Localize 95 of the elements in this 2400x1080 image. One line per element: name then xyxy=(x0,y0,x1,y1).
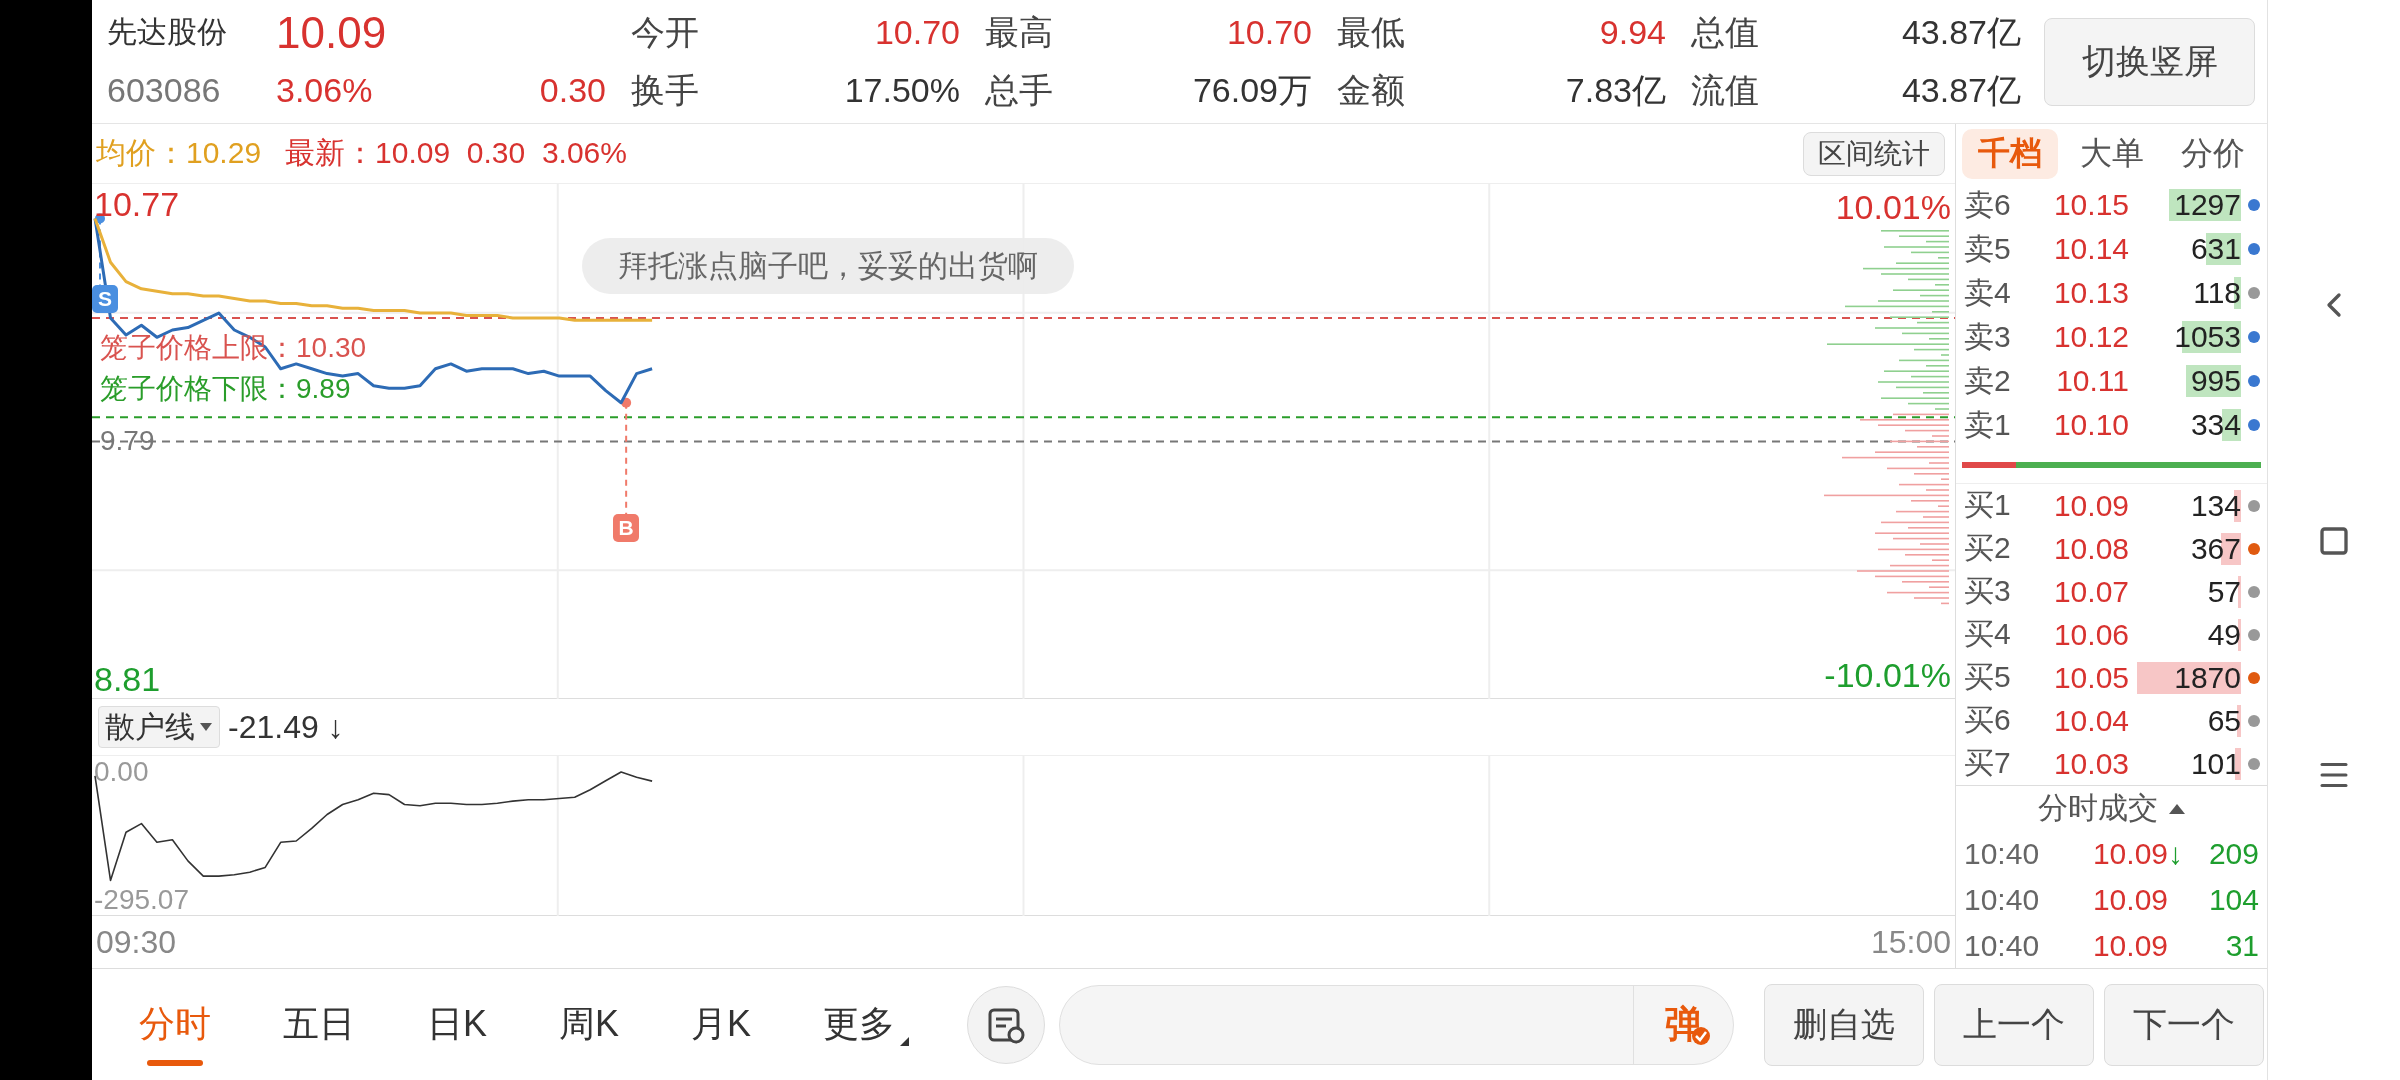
trade-direction: ↓ xyxy=(2168,837,2184,871)
stat-value: 7.83亿 xyxy=(1565,69,1666,111)
stat-label: 总手 xyxy=(985,69,1053,111)
trade-price: 10.09 xyxy=(2091,837,2168,871)
axis-label: 10.01% xyxy=(1835,190,1951,224)
level-price: 10.03 xyxy=(2052,746,2129,781)
square-icon[interactable] xyxy=(2318,525,2350,557)
trade-marker: S xyxy=(92,284,118,313)
level-price: 10.12 xyxy=(2052,320,2129,354)
level-price: 10.13 xyxy=(2052,276,2129,310)
stock-name: 先达股份 xyxy=(107,14,227,50)
action-button[interactable]: 下一个 xyxy=(2104,983,2265,1066)
stat-value: 10.70 xyxy=(874,13,960,52)
level-price: 10.06 xyxy=(2052,617,2129,652)
level-price: 10.10 xyxy=(2052,408,2129,442)
stat-label: 今开 xyxy=(631,11,699,53)
level-price: 10.14 xyxy=(2052,232,2129,266)
reference-label: 笼子价格上限：10.30 xyxy=(100,333,367,362)
time-axis-label: 15:00 xyxy=(1870,923,1951,961)
level-label: 卖5 xyxy=(1964,230,2012,267)
trade-marker: B xyxy=(613,513,640,542)
indicator-reading: -21.49 ↓ xyxy=(228,708,344,746)
orientation-button[interactable]: 切换竖屏 xyxy=(2044,17,2255,106)
level-price: 10.09 xyxy=(2052,488,2129,523)
level-label: 买7 xyxy=(1964,745,2012,781)
stat-value: 9.94 xyxy=(1599,13,1666,52)
caret-up-icon xyxy=(2167,802,2186,815)
comment-bubble: 拜托涨点脑子吧，妥妥的出货啊 xyxy=(582,238,1074,294)
reference-label: 笼子价格下限：9.89 xyxy=(100,375,351,404)
stat-value: 17.50% xyxy=(844,71,960,110)
trade-time: 10:40 xyxy=(1964,883,2041,917)
book-tab[interactable]: 分价 xyxy=(2165,128,2261,179)
trade-time: 10:40 xyxy=(1964,929,2041,963)
trade-volume: 104 xyxy=(2207,883,2259,917)
average-price-legend: 均价：10.29 xyxy=(96,133,262,174)
axis-label: -10.01% xyxy=(1824,658,1951,692)
action-button[interactable]: 上一个 xyxy=(1934,983,2095,1066)
axis-label: -295.07 xyxy=(94,886,189,914)
level-label: 卖2 xyxy=(1964,362,2012,399)
level-label: 买4 xyxy=(1964,616,2012,652)
period-tab[interactable]: 月K xyxy=(687,969,756,1080)
change-amount: 0.30 xyxy=(539,71,606,110)
stat-value: 43.87亿 xyxy=(1901,69,2021,111)
range-stats-button[interactable]: 区间统计 xyxy=(1803,131,1945,176)
period-tab[interactable]: 日K xyxy=(423,969,491,1080)
axis-label: 0.00 xyxy=(94,758,149,786)
stat-label: 最低 xyxy=(1337,11,1405,53)
trade-volume: 209 xyxy=(2207,837,2259,871)
level-price: 10.11 xyxy=(2055,364,2129,398)
stock-code: 603086 xyxy=(107,71,221,110)
level-label: 买2 xyxy=(1964,530,2012,566)
level-price: 10.15 xyxy=(2052,188,2129,222)
trade-time: 10:40 xyxy=(1964,837,2041,871)
latest-price-legend: 最新：10.09 0.30 3.06% xyxy=(285,133,627,174)
level-volume: 1870 xyxy=(2137,661,2241,694)
stat-label: 流值 xyxy=(1691,69,1759,111)
last-price: 10.09 xyxy=(276,7,387,58)
level-label: 买5 xyxy=(1964,659,2012,695)
menu-corner-icon xyxy=(900,1037,910,1046)
level-label: 卖3 xyxy=(1964,318,2012,355)
stat-label: 金额 xyxy=(1337,69,1405,111)
stat-label: 总值 xyxy=(1691,11,1759,53)
level-label: 买1 xyxy=(1964,487,2012,523)
stat-value: 76.09万 xyxy=(1192,69,1312,111)
level-price: 10.05 xyxy=(2052,660,2129,695)
trade-volume: 31 xyxy=(2224,929,2259,963)
stat-label: 最高 xyxy=(985,11,1053,53)
book-tab[interactable]: 大单 xyxy=(2063,128,2160,179)
time-axis-label: 09:30 xyxy=(96,923,177,961)
trades-title: 分时成交 xyxy=(2037,790,2158,826)
axis-label: 8.81 xyxy=(94,662,161,696)
level-price: 10.04 xyxy=(2052,703,2129,738)
period-tab[interactable]: 分时 xyxy=(135,969,215,1080)
stat-label: 换手 xyxy=(631,69,699,111)
level-label: 卖6 xyxy=(1964,186,2012,223)
level-label: 买3 xyxy=(1964,573,2012,609)
level-label: 买6 xyxy=(1964,702,2012,738)
trade-price: 10.09 xyxy=(2091,883,2168,917)
stat-value: 43.87亿 xyxy=(1901,11,2021,53)
level-label: 卖1 xyxy=(1964,406,2012,443)
axis-label: 10.77 xyxy=(94,187,180,221)
level-label: 卖4 xyxy=(1964,274,2012,311)
indicator-dropdown[interactable]: 散户线 xyxy=(98,706,220,748)
stat-value: 10.70 xyxy=(1226,13,1312,52)
period-tab[interactable]: 周K xyxy=(555,969,624,1080)
caret-down-icon xyxy=(199,722,213,732)
level-price: 10.07 xyxy=(2052,574,2129,609)
period-tab[interactable]: 五日 xyxy=(279,969,359,1080)
reference-label: 9.79 xyxy=(100,426,155,455)
action-button[interactable]: 删自选 xyxy=(1764,983,1925,1066)
trade-price: 10.09 xyxy=(2091,929,2168,963)
active-underline xyxy=(147,1060,203,1066)
level-price: 10.08 xyxy=(2052,531,2129,566)
change-percent: 3.06% xyxy=(276,71,373,110)
period-tab[interactable]: 更多 xyxy=(819,969,912,1080)
